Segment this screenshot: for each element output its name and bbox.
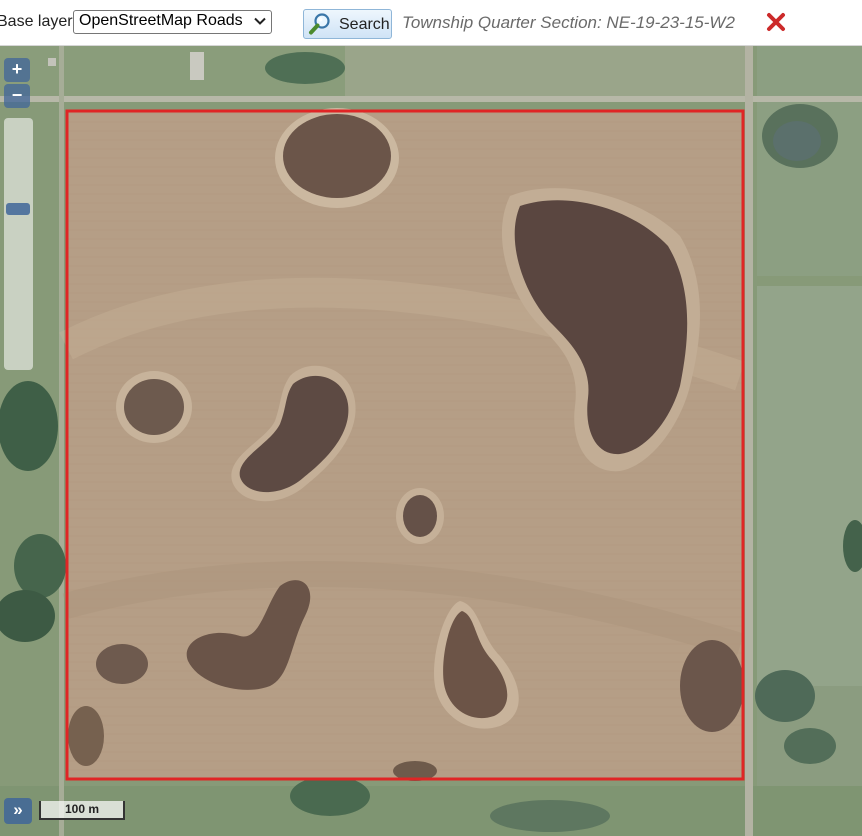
close-x-icon[interactable] <box>766 12 786 32</box>
layer-switcher-button[interactable]: » <box>4 798 32 824</box>
search-button-label: Search <box>339 16 390 33</box>
zoom-in-button[interactable]: + <box>4 58 30 82</box>
base-layer-label: Base layer: <box>0 13 78 30</box>
zoom-slider-handle[interactable] <box>6 203 30 215</box>
base-layer-select[interactable]: OpenStreetMap Roads <box>73 10 272 34</box>
chevron-down-icon <box>254 17 266 25</box>
toolbar: Base layer: OpenStreetMap Roads Search T… <box>0 0 862 46</box>
satellite-imagery <box>0 46 862 836</box>
quarter-section-title: Township Quarter Section: NE-19-23-15-W2 <box>402 13 735 32</box>
zoom-control: + − <box>4 58 33 370</box>
zoom-out-button[interactable]: − <box>4 84 30 108</box>
map-view[interactable]: + − » 100 m <box>0 46 862 836</box>
magnifier-icon <box>309 13 330 35</box>
zoom-slider-track[interactable] <box>4 118 33 370</box>
scale-bar: 100 m <box>39 801 125 820</box>
search-button[interactable]: Search <box>303 9 392 39</box>
base-layer-selected-value: OpenStreetMap Roads <box>79 12 243 29</box>
